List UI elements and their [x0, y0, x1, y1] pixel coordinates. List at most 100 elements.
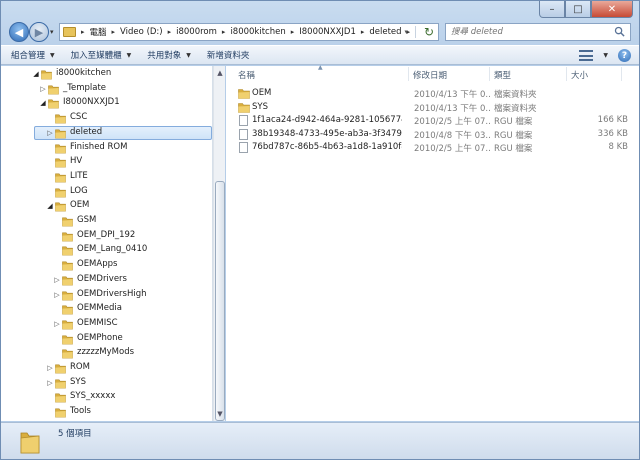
column-divider[interactable] — [489, 67, 490, 81]
tree-item[interactable]: CSC — [1, 111, 212, 125]
search-icon[interactable] — [614, 26, 625, 37]
breadcrumb-separator[interactable]: ▸ — [291, 28, 295, 36]
tree-item[interactable]: ▷ deleted — [1, 125, 212, 140]
tree-item-label: SYS_xxxxx — [70, 391, 116, 402]
column-header-size[interactable]: 大小 — [571, 69, 588, 81]
recent-pages-button[interactable]: ▾ — [50, 28, 54, 36]
expand-arrow-icon[interactable]: ▷ — [39, 85, 47, 93]
tree-item[interactable]: OEMApps — [1, 258, 212, 272]
breadcrumb-separator[interactable]: ▸ — [168, 28, 172, 36]
file-row[interactable]: OEM 2010/4/13 下午 0... 檔案資料夾 — [236, 88, 636, 100]
expand-arrow-icon[interactable]: ▷ — [46, 364, 54, 372]
forward-button[interactable]: ▶ — [29, 22, 49, 42]
expand-arrow-icon[interactable]: ▷ — [53, 276, 61, 284]
address-bar[interactable]: ▸ 電腦 ▸ Video (D:) ▸ i8000rom ▸ i8000kitc… — [59, 23, 439, 41]
breadcrumb-separator[interactable]: ▸ — [222, 28, 226, 36]
back-button[interactable]: ◀ — [9, 22, 29, 42]
file-name: OEM — [252, 88, 272, 98]
tree-item[interactable]: ◢ I8000NXXJD1 — [1, 96, 212, 110]
column-header-date[interactable]: 修改日期 — [413, 69, 447, 81]
breadcrumb-drive[interactable]: Video (D:) — [120, 27, 163, 37]
include-in-library-button[interactable]: 加入至媒體櫃 ▼ — [71, 49, 132, 61]
view-options-caret-icon[interactable]: ▼ — [603, 52, 608, 59]
breadcrumb-separator[interactable]: ▸ — [81, 28, 85, 36]
tree-item-label: Finished ROM — [70, 141, 128, 152]
collapse-arrow-icon[interactable]: ◢ — [46, 202, 54, 210]
tree-item[interactable]: ▷ _Template — [1, 82, 212, 96]
tree-item[interactable]: GSM — [1, 214, 212, 228]
collapse-arrow-icon[interactable]: ◢ — [32, 70, 40, 78]
breadcrumb-i8000nxxjd1[interactable]: I8000NXXJD1 — [299, 27, 356, 37]
breadcrumb-separator[interactable]: ▸ — [112, 28, 116, 36]
address-divider — [415, 26, 416, 38]
breadcrumb-computer[interactable]: 電腦 — [90, 26, 107, 38]
share-with-button[interactable]: 共用對象 ▼ — [147, 49, 191, 61]
tree-item[interactable]: zzzzzMyMods — [1, 346, 212, 360]
back-arrow-icon: ◀ — [14, 25, 24, 39]
minimize-button[interactable]: – — [539, 1, 565, 18]
column-header-name[interactable]: 名稱 — [238, 69, 255, 81]
file-row[interactable]: 38b19348-4733-495e-ab3a-3f3479ef... 2010/… — [236, 128, 636, 141]
file-row[interactable]: SYS 2010/4/13 下午 0... 檔案資料夾 — [236, 102, 636, 114]
column-headers: ▲ 名稱 修改日期 類型 大小 — [226, 64, 639, 82]
file-icon — [239, 115, 248, 127]
column-header-type[interactable]: 類型 — [494, 69, 511, 81]
column-divider[interactable] — [408, 67, 409, 81]
tree-item[interactable]: HV — [1, 155, 212, 169]
file-type: 檔案資料夾 — [494, 90, 537, 100]
search-box[interactable] — [445, 23, 631, 41]
new-folder-button[interactable]: 新增資料夾 — [207, 49, 250, 61]
tree-item[interactable]: ▷ OEMMISC — [1, 317, 212, 331]
column-divider[interactable] — [566, 67, 567, 81]
help-icon[interactable]: ? — [618, 49, 631, 62]
folder-icon — [55, 144, 66, 153]
tree-item[interactable]: ▷ OEMDriversHigh — [1, 288, 212, 302]
folder-icon — [62, 320, 73, 330]
maximize-button[interactable]: □ — [565, 1, 591, 18]
tree-item[interactable]: OEM_DPI_192 — [1, 229, 212, 243]
column-divider[interactable] — [621, 67, 622, 81]
tree-item[interactable]: ▷ OEMDrivers — [1, 273, 212, 287]
refresh-icon[interactable]: ↻ — [424, 25, 434, 39]
breadcrumb-deleted[interactable]: deleted — [369, 27, 401, 37]
tree-item[interactable]: Tools — [1, 405, 212, 419]
expand-arrow-icon[interactable]: ▷ — [53, 320, 61, 328]
folder-icon — [62, 349, 73, 359]
new-folder-label: 新增資料夾 — [206, 51, 250, 61]
scrollbar-thumb[interactable] — [215, 181, 225, 421]
breadcrumb-i8000kitchen[interactable]: i8000kitchen — [230, 27, 285, 37]
scroll-up-arrow-icon[interactable]: ▲ — [216, 69, 224, 77]
address-dropdown-button[interactable]: ▾ — [404, 28, 408, 36]
toolbar-right: ▼ ? — [579, 49, 631, 62]
tree-item[interactable]: LOG — [1, 185, 212, 199]
tree-item[interactable]: LITE — [1, 170, 212, 184]
search-input[interactable] — [451, 27, 611, 37]
tree-item[interactable]: Finished ROM — [1, 141, 212, 155]
tree-item[interactable]: ▷ SYS — [1, 376, 212, 390]
tree-item-label: ROM — [70, 362, 90, 372]
scroll-down-arrow-icon[interactable]: ▼ — [216, 410, 224, 418]
collapse-arrow-icon[interactable]: ◢ — [39, 99, 47, 107]
organize-button[interactable]: 組合管理 ▼ — [11, 49, 55, 61]
expand-arrow-icon[interactable]: ▷ — [46, 379, 54, 387]
folder-icon — [20, 432, 40, 454]
tree-item[interactable]: OEMMedia — [1, 302, 212, 316]
tree-item[interactable]: ◢ i8000kitchen — [1, 67, 212, 81]
file-row[interactable]: 76bd787c-86b5-4b63-a1d8-1a910f86... 2010/… — [236, 142, 636, 154]
tree-item[interactable]: ◢ OEM — [1, 199, 212, 213]
expand-arrow-icon[interactable]: ▷ — [53, 291, 61, 299]
folder-icon — [62, 217, 73, 227]
tree-item-label: OEMPhone — [77, 332, 123, 343]
close-button[interactable]: ✕ — [591, 1, 633, 18]
file-row[interactable]: 1f1aca24-d942-464a-9281-10567741... 2010/… — [236, 115, 636, 127]
tree-item[interactable]: OEM_Lang_0410 — [1, 243, 212, 257]
expand-arrow-icon[interactable]: ▷ — [46, 129, 54, 137]
tree-item[interactable]: ▷ ROM — [1, 361, 212, 375]
change-view-icon[interactable] — [579, 50, 594, 61]
navigation-scrollbar[interactable]: ▲ ▼ — [213, 66, 225, 421]
breadcrumb-separator[interactable]: ▸ — [361, 28, 365, 36]
breadcrumb-i8000rom[interactable]: i8000rom — [176, 27, 217, 37]
tree-item-label: OEMDriversHigh — [77, 288, 147, 299]
tree-item[interactable]: SYS_xxxxx — [1, 390, 212, 404]
tree-item[interactable]: OEMPhone — [1, 332, 212, 346]
